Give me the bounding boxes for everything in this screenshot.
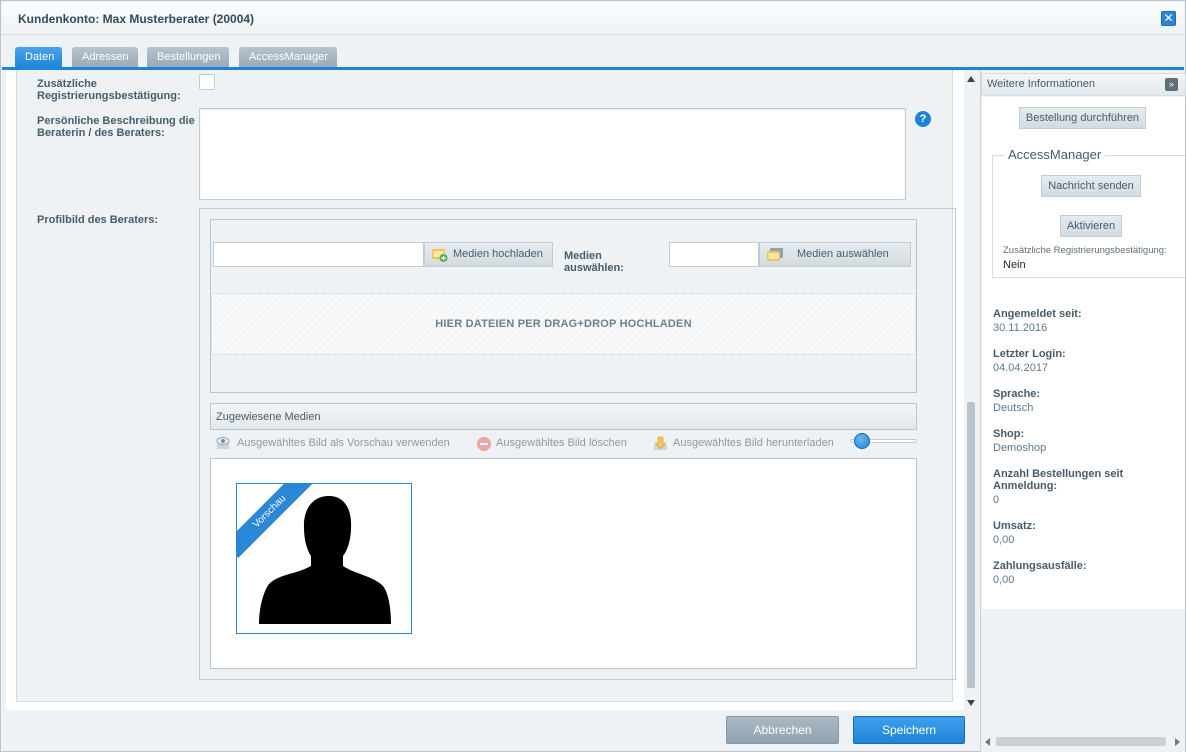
help-icon[interactable]: ?: [915, 111, 931, 127]
tab-bestellungen[interactable]: Bestellungen: [147, 47, 229, 68]
extra-confirmation-label: Zusätzliche Registrierungsbestätigung:: [37, 78, 181, 102]
assigned-media-header: Zugewiesene Medien: [210, 403, 917, 430]
collapse-icon[interactable]: »: [1165, 78, 1178, 91]
cancel-button[interactable]: Abbrechen: [726, 716, 839, 744]
last-login-value: 04.04.2017: [993, 362, 1049, 374]
access-manager-fieldset: AccessManager Nachricht senden Aktiviere…: [992, 147, 1185, 278]
image-select-icon: [767, 248, 783, 261]
info-sidebar: Weitere Informationen » Bestellung durch…: [980, 70, 1186, 752]
media-thumbnail[interactable]: Vorschau: [236, 483, 412, 634]
sidebar-title: Weitere Informationen: [987, 78, 1096, 90]
assigned-media-list: Vorschau: [210, 458, 917, 669]
sidebar-header: Weitere Informationen »: [981, 73, 1186, 96]
scroll-left-icon[interactable]: [985, 738, 990, 746]
scroll-right-icon[interactable]: [1175, 738, 1180, 746]
registered-since-value: 30.11.2016: [993, 322, 1048, 334]
horizontal-scroll-thumb[interactable]: [996, 737, 1166, 746]
upload-media-label: Medien hochladen: [453, 248, 543, 260]
order-count-value: 0: [993, 494, 1000, 506]
place-order-button[interactable]: Bestellung durchführen: [1019, 107, 1146, 129]
main-content: Zusätzliche Registrierungsbestätigung: P…: [6, 70, 964, 710]
order-count-label: Anzahl Bestellungen seit Anmeldung:: [993, 468, 1124, 492]
scroll-up-icon[interactable]: [967, 76, 975, 82]
assigned-media-title: Zugewiesene Medien: [216, 411, 321, 423]
send-message-button[interactable]: Nachricht senden: [1041, 175, 1141, 197]
extra-confirmation-checkbox[interactable]: [199, 74, 215, 90]
customer-account-window: Kundenkonto: Max Musterberater (20004) ✕…: [0, 0, 1186, 752]
main-vertical-scrollbar[interactable]: [964, 70, 979, 710]
payment-defaults-label: Zahlungsausfälle:: [993, 560, 1087, 572]
window-titlebar: Kundenkonto: Max Musterberater (20004) ✕: [2, 2, 1184, 35]
shop-value: Demoshop: [993, 442, 1047, 454]
payment-defaults-value: 0,00: [993, 574, 1015, 586]
close-icon[interactable]: ✕: [1161, 11, 1176, 26]
delete-icon: [476, 436, 491, 451]
sidebar-horizontal-scrollbar[interactable]: [983, 736, 1183, 748]
tab-daten[interactable]: Daten: [15, 47, 62, 68]
slider-handle[interactable]: [854, 433, 870, 449]
preview-eye-icon: [216, 436, 230, 450]
profile-image-label: Profilbild des Beraters:: [37, 214, 159, 226]
select-media-input[interactable]: [669, 242, 759, 267]
am-extra-confirmation-value: Nein: [1003, 259, 1026, 271]
scroll-down-icon[interactable]: [967, 700, 975, 706]
sidebar-body: Bestellung durchführen AccessManager Nac…: [982, 97, 1185, 609]
language-label: Sprache:: [993, 388, 1041, 400]
language-value: Deutsch: [993, 402, 1034, 414]
last-login-label: Letzter Login:: [993, 348, 1066, 360]
form-area: Zusätzliche Registrierungsbestätigung: P…: [16, 70, 956, 702]
scrollbar-thumb[interactable]: [967, 402, 975, 688]
save-button[interactable]: Speichern: [853, 716, 965, 744]
tab-accessmanager[interactable]: AccessManager: [239, 47, 337, 68]
activate-button[interactable]: Aktivieren: [1060, 215, 1122, 237]
revenue-label: Umsatz:: [993, 520, 1036, 532]
select-media-button[interactable]: Medien auswählen: [759, 242, 911, 267]
upload-input[interactable]: [213, 242, 424, 267]
am-extra-confirmation-label: Zusätzliche Registrierungsbestätigung:: [1003, 245, 1167, 256]
download-icon: [653, 436, 667, 450]
window-title: Kundenkonto: Max Musterberater (20004): [18, 12, 255, 26]
delete-image-button[interactable]: Ausgewähltes Bild löschen: [496, 437, 627, 449]
tab-adressen[interactable]: Adressen: [72, 47, 138, 68]
description-textarea[interactable]: [199, 108, 906, 200]
download-image-button[interactable]: Ausgewähltes Bild herunterladen: [673, 437, 834, 449]
description-label: Persönliche Beschreibung die Beraterin /…: [37, 115, 195, 139]
select-media-text: Medien auswählen: [797, 248, 889, 260]
upload-media-button[interactable]: Medien hochladen: [424, 242, 553, 267]
access-manager-legend: AccessManager: [1004, 147, 1106, 162]
revenue-value: 0,00: [993, 534, 1015, 546]
registered-since-label: Angemeldet seit:: [993, 308, 1082, 320]
upload-box: Medien hochladen Medien auswählen: Medie…: [210, 219, 917, 393]
media-panel: Medien hochladen Medien auswählen: Medie…: [199, 208, 956, 680]
shop-label: Shop:: [993, 428, 1025, 440]
use-as-preview-button[interactable]: Ausgewähltes Bild als Vorschau verwenden: [237, 437, 450, 449]
drag-drop-zone[interactable]: HIER DATEIEN PER DRAG+DROP HOCHLADEN: [211, 293, 916, 355]
image-add-icon: [432, 248, 448, 262]
select-media-label: Medien auswählen:: [564, 250, 624, 274]
thumbnail-size-slider[interactable]: [850, 433, 917, 449]
